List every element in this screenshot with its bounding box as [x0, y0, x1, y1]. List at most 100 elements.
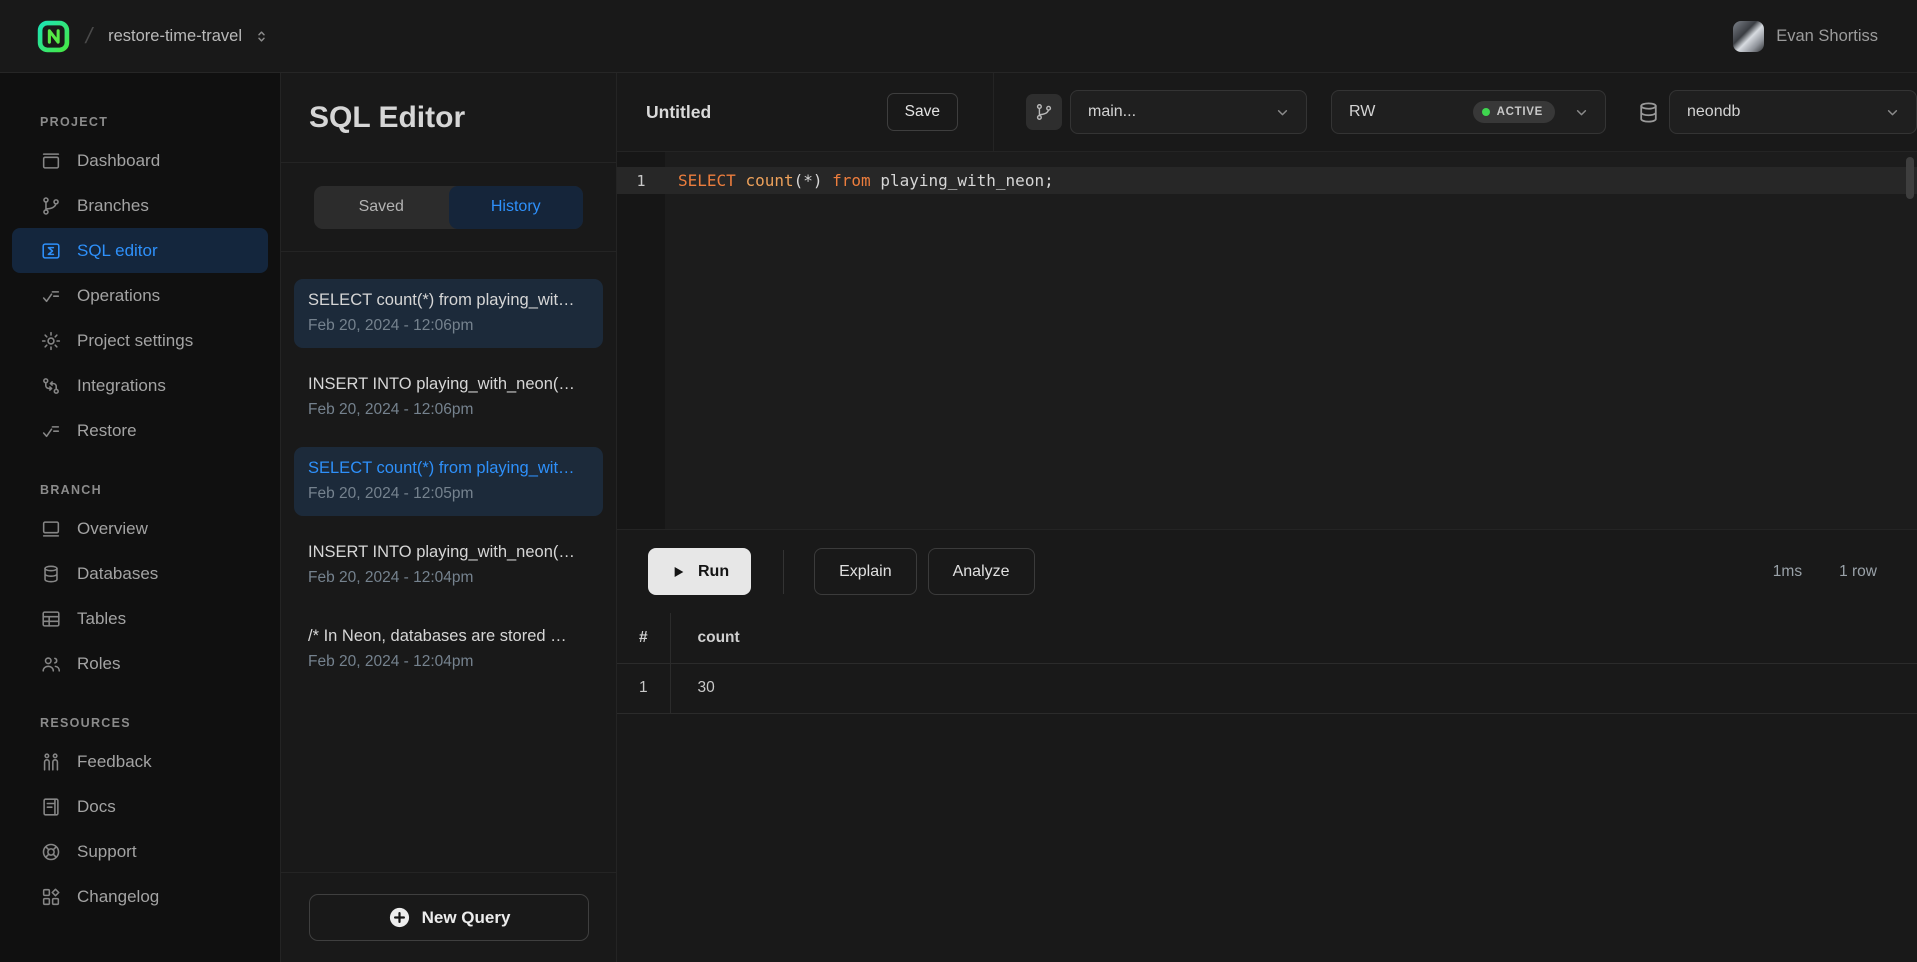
feedback-icon — [40, 751, 62, 773]
sidebar-item-label: Project settings — [77, 331, 193, 351]
neon-logo-icon[interactable] — [37, 20, 70, 53]
sidebar-item-label: Overview — [77, 519, 148, 539]
history-timestamp: Feb 20, 2024 - 12:06pm — [308, 401, 589, 419]
run-label: Run — [698, 563, 729, 581]
vertical-divider — [783, 550, 784, 594]
database-select-value: neondb — [1687, 103, 1740, 121]
sidebar-item-label: Docs — [77, 797, 116, 817]
sidebar-item-sql-editor[interactable]: SQL editor — [12, 228, 268, 273]
sidebar-item-roles[interactable]: Roles — [12, 641, 268, 686]
query-title: Untitled — [646, 102, 711, 123]
status-badge: ACTIVE — [1473, 101, 1555, 123]
query-stats: 1ms 1 row — [1773, 563, 1877, 581]
sidebar-item-restore[interactable]: Restore — [12, 408, 268, 453]
sidebar-item-label: Databases — [77, 564, 158, 584]
branches-icon — [40, 195, 62, 217]
history-timestamp: Feb 20, 2024 - 12:04pm — [308, 569, 589, 587]
results-table: #count130 — [617, 613, 1917, 714]
history-list: SELECT count(*) from playing_wit… Feb 20,… — [281, 252, 616, 872]
history-item[interactable]: SELECT count(*) from playing_wit… Feb 20,… — [294, 447, 603, 516]
compute-select[interactable]: RW ACTIVE — [1331, 90, 1606, 134]
sidebar-item-changelog[interactable]: Changelog — [12, 874, 268, 919]
history-item[interactable]: SELECT count(*) from playing_wit… Feb 20,… — [294, 279, 603, 348]
sidebar-item-docs[interactable]: Docs — [12, 784, 268, 829]
explain-button[interactable]: Explain — [814, 548, 916, 595]
sidebar-section-label: RESOURCES — [40, 716, 280, 730]
code-token — [736, 171, 746, 190]
save-button[interactable]: Save — [887, 93, 958, 131]
sidebar-item-dashboard[interactable]: Dashboard — [12, 138, 268, 183]
sql-code-editor[interactable]: 1 SELECT count(*) from playing_with_neon… — [617, 152, 1917, 530]
tab-history[interactable]: History — [449, 186, 584, 229]
user-menu[interactable]: Evan Shortiss — [1733, 21, 1878, 52]
chevron-down-icon — [1274, 104, 1291, 121]
results-cell: 30 — [670, 663, 1917, 713]
results-column-header: # — [617, 613, 670, 663]
updown-chevron-icon — [254, 28, 269, 45]
tab-saved[interactable]: Saved — [314, 186, 449, 229]
sidebar-item-databases[interactable]: Databases — [12, 551, 268, 596]
code-token: playing_with_neon; — [871, 171, 1054, 190]
sidebar-item-label: Feedback — [77, 752, 152, 772]
history-timestamp: Feb 20, 2024 - 12:06pm — [308, 317, 589, 335]
play-icon — [670, 564, 686, 580]
run-button[interactable]: Run — [648, 548, 751, 595]
project-name: restore-time-travel — [108, 27, 242, 46]
sidebar-item-branches[interactable]: Branches — [12, 183, 268, 228]
history-item[interactable]: /* In Neon, databases are stored …Feb 20… — [294, 615, 603, 684]
sidebar-item-overview[interactable]: Overview — [12, 506, 268, 551]
history-item[interactable]: INSERT INTO playing_with_neon(…Feb 20, 2… — [294, 531, 603, 600]
sidebar-item-tables[interactable]: Tables — [12, 596, 268, 641]
changelog-icon — [40, 886, 62, 908]
query-tab-section: Untitled Save — [617, 73, 994, 151]
branch-icon-button[interactable] — [1026, 94, 1062, 130]
sidebar: PROJECTDashboardBranchesSQL editorOperat… — [0, 73, 280, 962]
history-timestamp: Feb 20, 2024 - 12:04pm — [308, 653, 589, 671]
sidebar-item-project-settings[interactable]: Project settings — [12, 318, 268, 363]
sidebar-item-feedback[interactable]: Feedback — [12, 739, 268, 784]
code-text: SELECT count(*) from playing_with_neon; — [665, 171, 1054, 190]
connection-controls: main... RW ACTIVE — [994, 73, 1917, 151]
sidebar-item-label: Dashboard — [77, 151, 160, 171]
databases-icon — [40, 563, 62, 585]
history-query-text: SELECT count(*) from playing_wit… — [308, 459, 589, 478]
history-query-text: INSERT INTO playing_with_neon(… — [308, 375, 589, 394]
panel-header: SQL Editor — [281, 73, 616, 163]
page-title: SQL Editor — [309, 101, 465, 135]
sidebar-section-label: BRANCH — [40, 483, 280, 497]
sidebar-item-label: Tables — [77, 609, 126, 629]
tables-icon — [40, 608, 62, 630]
code-token — [823, 171, 833, 190]
history-item[interactable]: INSERT INTO playing_with_neon(… Feb 20, 2… — [294, 363, 603, 432]
active-dot-icon — [1482, 108, 1490, 116]
sql-editor-icon — [40, 240, 62, 262]
sidebar-item-label: SQL editor — [77, 241, 158, 261]
history-timestamp: Feb 20, 2024 - 12:05pm — [308, 485, 589, 503]
topbar: / restore-time-travel Evan Shortiss — [0, 0, 1917, 73]
user-name: Evan Shortiss — [1776, 27, 1878, 46]
code-token: from — [832, 171, 871, 190]
results-column-header: count — [670, 613, 1917, 663]
editor-scrollbar[interactable] — [1906, 157, 1914, 199]
results-area: #count130 — [617, 613, 1917, 962]
operations-icon — [40, 285, 62, 307]
new-query-button[interactable]: New Query — [309, 894, 589, 941]
sidebar-item-label: Branches — [77, 196, 149, 216]
sidebar-item-operations[interactable]: Operations — [12, 273, 268, 318]
docs-icon — [40, 796, 62, 818]
integrations-icon — [40, 375, 62, 397]
branch-select[interactable]: main... — [1070, 90, 1307, 134]
sidebar-item-integrations[interactable]: Integrations — [12, 363, 268, 408]
restore-icon — [40, 420, 62, 442]
line-number-gutter — [617, 152, 665, 529]
analyze-button[interactable]: Analyze — [928, 548, 1035, 595]
code-token: count — [745, 171, 793, 190]
sidebar-item-support[interactable]: Support — [12, 829, 268, 874]
project-selector[interactable]: restore-time-travel — [108, 27, 269, 46]
avatar — [1733, 21, 1764, 52]
code-token: (*) — [794, 171, 823, 190]
new-query-label: New Query — [422, 908, 511, 928]
history-query-text: SELECT count(*) from playing_wit… — [308, 291, 589, 310]
database-select[interactable]: neondb — [1669, 90, 1917, 134]
code-token: SELECT — [678, 171, 736, 190]
